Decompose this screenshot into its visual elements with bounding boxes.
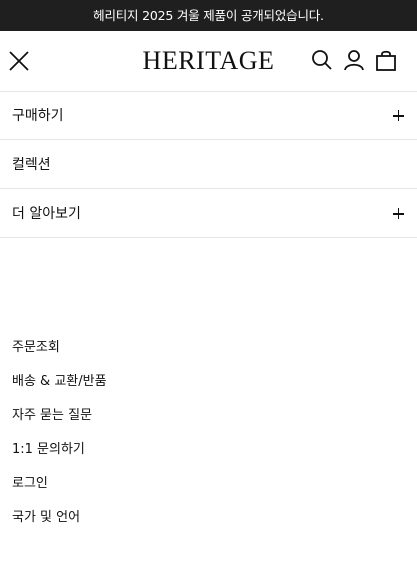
footer-links: 주문조회 배송 & 교환/반품 자주 묻는 질문 1:1 문의하기 로그인 국가… bbox=[12, 337, 107, 541]
faq-link[interactable]: 자주 묻는 질문 bbox=[12, 405, 107, 439]
menu-item-collection[interactable]: 컬렉션 bbox=[0, 141, 417, 189]
menu-item-shop[interactable]: 구매하기 bbox=[0, 92, 417, 140]
close-icon bbox=[9, 51, 29, 71]
expand-plus-icon bbox=[393, 110, 404, 121]
contact-link[interactable]: 1:1 문의하기 bbox=[12, 439, 107, 473]
announcement-bar: 헤리티지 2025 겨울 제품이 공개되었습니다. bbox=[0, 0, 417, 31]
bag-button[interactable] bbox=[375, 49, 397, 71]
account-icon bbox=[344, 50, 364, 71]
login-link[interactable]: 로그인 bbox=[12, 473, 107, 507]
bag-icon bbox=[376, 50, 396, 71]
country-language-link[interactable]: 국가 및 언어 bbox=[12, 507, 107, 541]
account-button[interactable] bbox=[343, 49, 365, 71]
expand-plus-icon bbox=[393, 208, 404, 219]
header: HERITAGE bbox=[0, 31, 417, 92]
menu-item-learn-more[interactable]: 더 알아보기 bbox=[0, 190, 417, 238]
menu-item-label: 더 알아보기 bbox=[12, 206, 81, 222]
brand-logo[interactable]: HERITAGE bbox=[143, 46, 275, 75]
close-menu-button[interactable] bbox=[8, 50, 30, 72]
order-lookup-link[interactable]: 주문조회 bbox=[12, 337, 107, 371]
menu-item-label: 구매하기 bbox=[12, 108, 64, 124]
announcement-text: 헤리티지 2025 겨울 제품이 공개되었습니다. bbox=[93, 8, 324, 23]
shipping-returns-link[interactable]: 배송 & 교환/반품 bbox=[12, 371, 107, 405]
search-button[interactable] bbox=[311, 49, 333, 71]
menu-item-label: 컬렉션 bbox=[12, 157, 51, 173]
search-icon bbox=[312, 50, 332, 70]
